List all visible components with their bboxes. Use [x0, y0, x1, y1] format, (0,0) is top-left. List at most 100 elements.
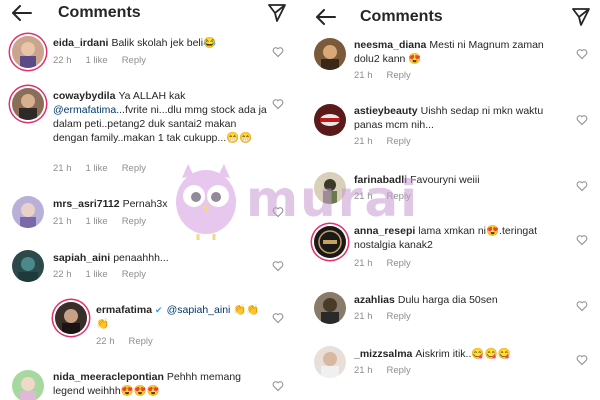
avatar[interactable] — [314, 226, 346, 258]
reply-button[interactable]: Reply — [129, 336, 153, 347]
comment-time: 21 h — [354, 365, 373, 376]
heart-outline-icon[interactable] — [272, 98, 284, 110]
comment-mention[interactable]: @sapiah_aini — [167, 304, 231, 316]
avatar-image — [12, 88, 44, 120]
comments-panel-right: Comments neesma_diana Mesti ni Magnum zam… — [304, 0, 600, 400]
comment-item: farinabadli Favouryni weiii 21 h Reply — [304, 172, 600, 206]
comment-text: Balik skolah jek beli😂 — [111, 37, 217, 49]
comment-time: 21 h — [354, 311, 373, 322]
avatar-image — [12, 250, 44, 282]
heart-outline-icon[interactable] — [576, 48, 588, 60]
reply-button[interactable]: Reply — [387, 258, 411, 269]
verified-badge-icon: ✔ — [155, 305, 163, 315]
avatar[interactable] — [314, 38, 346, 70]
comment-username[interactable]: anna_resepi — [354, 225, 415, 237]
comment-likes[interactable]: 1 like — [86, 269, 108, 280]
avatar[interactable] — [314, 172, 346, 204]
comment-item: _mizzsalma Aiskrim itik..😋😋😋 21 h Reply — [304, 344, 600, 380]
comment-text: Ya ALLAH kak — [118, 90, 186, 102]
comment-time: 21 h — [53, 163, 72, 174]
avatar[interactable] — [12, 370, 44, 400]
avatar[interactable] — [314, 346, 346, 378]
reply-button[interactable]: Reply — [387, 191, 411, 202]
reply-button[interactable]: Reply — [122, 55, 146, 66]
reply-button[interactable]: Reply — [387, 365, 411, 376]
share-button[interactable] — [266, 2, 288, 24]
comment-likes[interactable]: 1 like — [86, 163, 108, 174]
back-button[interactable] — [10, 2, 34, 24]
heart-outline-icon[interactable] — [576, 354, 588, 366]
header: Comments — [304, 4, 600, 30]
avatar-image — [314, 346, 346, 378]
comment-text: Favouryni weiii — [410, 174, 480, 186]
reply-button[interactable]: Reply — [387, 70, 411, 81]
comment-item: mrs_asri7112 Pernah3x 21 h 1 like Reply — [0, 196, 296, 232]
page-title: Comments — [360, 8, 443, 25]
heart-outline-icon[interactable] — [272, 380, 284, 392]
comment-item: astieybeauty Uishh sedap ni mkn waktu pan… — [304, 104, 600, 152]
avatar[interactable] — [55, 302, 87, 334]
comment-text: penaahhh... — [113, 252, 169, 264]
reply-button[interactable]: Reply — [122, 269, 146, 280]
avatar-image — [12, 370, 44, 400]
comment-time: 21 h — [354, 258, 373, 269]
comment-item: neesma_diana Mesti ni Magnum zaman dolu2 … — [304, 38, 600, 84]
comment-time: 21 h — [53, 216, 72, 227]
reply-button[interactable]: Reply — [387, 136, 411, 147]
comment-mention[interactable]: @ermafatima — [53, 104, 116, 116]
avatar-image — [55, 302, 87, 334]
share-button[interactable] — [570, 6, 592, 28]
comment-username[interactable]: _mizzsalma — [354, 348, 412, 360]
heart-outline-icon[interactable] — [272, 206, 284, 218]
comment-username[interactable]: astieybeauty — [354, 105, 418, 117]
reply-button[interactable]: Reply — [387, 311, 411, 322]
reply-button[interactable]: Reply — [122, 163, 146, 174]
avatar-image — [314, 38, 346, 70]
avatar[interactable] — [12, 196, 44, 228]
comment-username[interactable]: mrs_asri7112 — [53, 198, 120, 210]
avatar-image — [314, 172, 346, 204]
comment-time: 22 h — [53, 55, 72, 66]
comment-username[interactable]: ermafatima — [96, 304, 152, 316]
reply-comment-item: ermafatima ✔ @sapiah_aini 👏👏👏 22 h Reply — [0, 300, 296, 352]
comment-time: 21 h — [354, 136, 373, 147]
avatar[interactable] — [12, 250, 44, 282]
avatar-image — [314, 292, 346, 324]
reply-button[interactable]: Reply — [122, 216, 146, 227]
comment-text: Pernah3x — [122, 198, 168, 210]
avatar[interactable] — [12, 36, 44, 68]
comment-username[interactable]: farinabadli — [354, 174, 407, 186]
comment-username[interactable]: sapiah_aini — [53, 252, 110, 264]
heart-outline-icon[interactable] — [272, 46, 284, 58]
comment-item: cowaybydila Ya ALLAH kak @ermafatima...fv… — [0, 86, 296, 176]
avatar[interactable] — [12, 88, 44, 120]
comment-time: 22 h — [96, 336, 115, 347]
paper-plane-icon — [268, 4, 286, 22]
avatar[interactable] — [314, 292, 346, 324]
comment-username[interactable]: nida_meeraclepontian — [53, 371, 164, 383]
comment-username[interactable]: azahlias — [354, 294, 395, 306]
heart-outline-icon[interactable] — [576, 180, 588, 192]
comment-username[interactable]: eida_irdani — [53, 37, 108, 49]
comment-time: 22 h — [53, 269, 72, 280]
comments-panel-left: Comments eida_irdani Balik skolah jek bel… — [0, 0, 296, 400]
comment-item: azahlias Dulu harga dia 50sen 21 h Reply — [304, 290, 600, 326]
arrow-left-icon — [316, 9, 336, 25]
comment-likes[interactable]: 1 like — [86, 55, 108, 66]
heart-outline-icon[interactable] — [576, 234, 588, 246]
avatar-image — [314, 226, 346, 258]
comment-item: nida_meeraclepontian Pehhh memang legend … — [0, 368, 296, 400]
avatar-image — [314, 104, 346, 136]
comment-time: 21 h — [354, 70, 373, 81]
heart-outline-icon[interactable] — [272, 260, 284, 272]
comment-likes[interactable]: 1 like — [86, 216, 108, 227]
heart-outline-icon[interactable] — [576, 300, 588, 312]
comment-username[interactable]: cowaybydila — [53, 90, 115, 102]
heart-outline-icon[interactable] — [576, 114, 588, 126]
heart-outline-icon[interactable] — [272, 312, 284, 324]
avatar[interactable] — [314, 104, 346, 136]
arrow-left-icon — [12, 5, 32, 21]
comment-username[interactable]: neesma_diana — [354, 39, 426, 51]
back-button[interactable] — [314, 6, 338, 28]
avatar-image — [12, 196, 44, 228]
